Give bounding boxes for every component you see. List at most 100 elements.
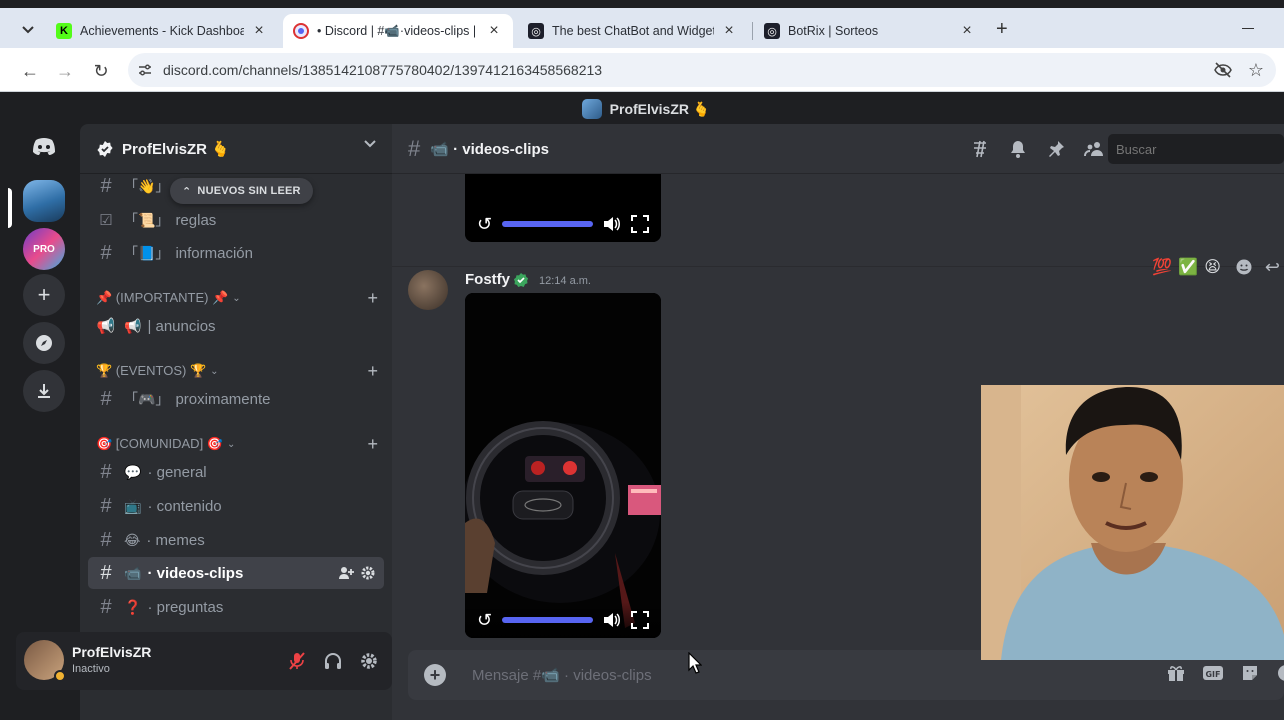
close-icon[interactable]: × [720, 22, 738, 40]
channel-anuncios[interactable]: 📢 📢 | anuncios [88, 310, 384, 342]
attach-plus-icon[interactable]: + [424, 664, 446, 686]
tab-title: Achievements - Kick Dashboard [80, 24, 244, 38]
video-attachment-previous[interactable]: ↺ [465, 174, 661, 242]
add-reaction-icon[interactable] [1235, 258, 1253, 276]
channel-preguntas[interactable]: # ❓ · preguntas [88, 591, 384, 623]
window-title: ProfElvisZR 🫰 [609, 100, 711, 117]
mic-muted-icon[interactable] [284, 648, 310, 674]
tab-chatbot-widgets[interactable]: ◎ The best ChatBot and Widgets × [518, 14, 748, 48]
avatar[interactable] [408, 270, 448, 310]
bookmark-star-icon[interactable]: ☆ [1248, 60, 1264, 81]
server-other[interactable]: PRO [23, 228, 65, 270]
category-importante[interactable]: 📌 (IMPORTANTE) 📌 ⌄ + [96, 286, 386, 310]
megaphone-icon: 📢 [96, 318, 116, 335]
category-comunidad[interactable]: 🎯 [COMUNIDAD] 🎯 ⌄ + [96, 432, 386, 456]
bell-icon[interactable] [1008, 139, 1028, 159]
verified-badge-icon [513, 272, 529, 288]
user-panel: ProfElvisZR Inactivo [16, 632, 392, 690]
channel-memes[interactable]: # 😂 · memes [88, 524, 384, 556]
sticker-icon[interactable] [1240, 663, 1260, 683]
video-progress-bar[interactable] [502, 617, 593, 623]
gear-icon[interactable] [360, 565, 376, 581]
hash-icon: # [100, 174, 112, 197]
channel-videos-clips[interactable]: # 📹 · videos-clips [88, 557, 384, 589]
gear-icon[interactable] [356, 648, 382, 674]
forward-icon[interactable]: → [54, 60, 76, 82]
replay-icon[interactable]: ↺ [477, 214, 492, 235]
add-channel-icon[interactable]: + [367, 434, 378, 455]
fullscreen-icon[interactable] [631, 611, 649, 629]
reply-icon[interactable]: ↩ [1265, 257, 1280, 278]
header-toolbar [970, 139, 1104, 159]
download-icon[interactable] [23, 370, 65, 412]
channel-informacion[interactable]: # 「📘」 información [88, 237, 384, 269]
eye-off-icon[interactable] [1214, 62, 1232, 78]
video-controls: ↺ [465, 602, 661, 638]
video-progress-bar[interactable] [502, 221, 593, 227]
video-controls: ↺ [465, 206, 661, 242]
replay-icon[interactable]: ↺ [477, 610, 492, 631]
channel-reglas[interactable]: ☑ 「📜」 reglas [88, 204, 384, 236]
discord-home-button[interactable] [23, 126, 65, 168]
headphones-icon[interactable] [320, 648, 346, 674]
channel-tools [338, 565, 376, 581]
add-server-icon[interactable]: + [23, 274, 65, 316]
channel-name: reglas [175, 211, 217, 229]
reaction-emoji[interactable]: ✅ [1178, 257, 1198, 277]
tab-title: • Discord | #📹·videos-clips | P [317, 23, 479, 38]
pin-icon[interactable] [1046, 139, 1066, 159]
channel-emoji: 「🎮」 [124, 391, 170, 407]
channel-general[interactable]: # 💬 · general [88, 456, 384, 488]
gift-icon[interactable] [1166, 663, 1186, 683]
browser-tabstrip: K Achievements - Kick Dashboard × • Disc… [0, 8, 1284, 48]
channel-emoji: 😂 [124, 531, 141, 548]
new-unread-pill[interactable]: ⌃ NUEVOS SIN LEER [170, 178, 313, 204]
discover-icon[interactable] [23, 322, 65, 364]
channel-title: 📹 · videos-clips [430, 140, 549, 158]
selected-server-indicator [8, 188, 12, 228]
channel-emoji: ❓ [124, 598, 142, 615]
back-icon[interactable]: ← [19, 60, 41, 82]
search-input[interactable] [1108, 134, 1284, 164]
channel-emoji: 📢 [124, 317, 142, 334]
hash-icon: # [100, 561, 112, 584]
reload-icon[interactable]: ↻ [90, 60, 112, 82]
tab-search-dropdown-icon[interactable] [18, 20, 38, 40]
tab-discord[interactable]: • Discord | #📹·videos-clips | P × [283, 14, 513, 48]
address-bar[interactable]: discord.com/channels/1385142108775780402… [128, 53, 1276, 87]
channel-name: · videos-clips [147, 564, 244, 582]
channel-contenido[interactable]: # 📺 · contenido [88, 490, 384, 522]
invite-icon[interactable] [338, 565, 354, 581]
reaction-emoji[interactable]: 💯 [1152, 257, 1172, 277]
member-list-icon[interactable] [1084, 139, 1104, 159]
site-settings-icon[interactable] [137, 62, 153, 78]
category-eventos[interactable]: 🏆 (EVENTOS) 🏆 ⌄ + [96, 359, 386, 383]
close-icon[interactable]: × [485, 22, 503, 40]
add-channel-icon[interactable]: + [367, 361, 378, 382]
category-label: 🏆 (EVENTOS) 🏆 [96, 363, 207, 378]
emoji-icon[interactable] [1276, 663, 1284, 683]
reaction-emoji[interactable]: 😫 [1204, 257, 1221, 277]
minimize-icon[interactable] [1242, 28, 1254, 29]
server-header[interactable]: ProfElvisZR 🫰 [80, 124, 392, 174]
tab-botrix-sorteos[interactable]: ◎ BotRix | Sorteos × [754, 14, 986, 48]
hash-icon: # [100, 241, 112, 264]
gif-icon[interactable]: GIF [1202, 663, 1224, 683]
threads-icon[interactable] [970, 139, 990, 159]
server-profelviszr[interactable] [23, 180, 65, 222]
fullscreen-icon[interactable] [631, 215, 649, 233]
volume-icon[interactable] [603, 216, 621, 232]
volume-icon[interactable] [603, 612, 621, 628]
add-channel-icon[interactable]: + [367, 288, 378, 309]
message-author[interactable]: Fostfy [465, 271, 510, 288]
close-icon[interactable]: × [250, 22, 268, 40]
tab-title: The best ChatBot and Widgets [552, 24, 714, 38]
tab-kick-dashboard[interactable]: K Achievements - Kick Dashboard × [46, 14, 278, 48]
close-icon[interactable]: × [958, 22, 976, 40]
botrix-icon: ◎ [528, 23, 544, 39]
new-tab-button[interactable]: + [996, 18, 1008, 41]
channel-proximamente[interactable]: # 「🎮」 proximamente [88, 383, 384, 415]
video-attachment[interactable]: ↺ [465, 293, 661, 638]
hash-icon: # [100, 460, 112, 483]
webcam-overlay [981, 385, 1284, 660]
